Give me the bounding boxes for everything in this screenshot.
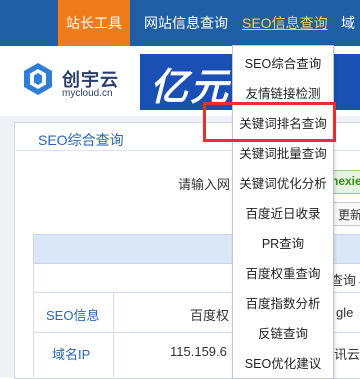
host-value: 讯云 (334, 347, 360, 362)
menu-item-seo-overview[interactable]: SEO综合查询 (233, 49, 333, 79)
column-divider (113, 292, 114, 377)
ip-value: 115.159.6 (170, 344, 227, 359)
query-link[interactable]: 查询→ (330, 270, 360, 289)
domain-ip-label[interactable]: 域名IP (52, 344, 90, 363)
seo-dropdown-menu: SEO综合查询 友情链接检测 关键词排名查询 关键词批量查询 关键词优化分析 百… (232, 45, 334, 379)
google-header: gle (336, 305, 354, 320)
baidu-weight-header: 百度权 (190, 308, 230, 323)
menu-item-keyword-batch[interactable]: 关键词批量查询 (233, 139, 333, 169)
menu-item-seo-advice[interactable]: SEO优化建议 (233, 349, 333, 379)
menu-item-baidu-weight[interactable]: 百度权重查询 (233, 259, 333, 289)
nav-seo-info-query[interactable]: SEO信息查询 (242, 0, 328, 46)
card-title: SEO综合查询 (38, 132, 124, 148)
menu-item-pr-query[interactable]: PR查询 (233, 229, 333, 259)
top-nav: 站长工具 网站信息查询 SEO信息查询 域 (0, 0, 360, 46)
input-prompt: 请输入网 (178, 177, 231, 192)
menu-item-keyword-optimization[interactable]: 关键词优化分析 (233, 169, 333, 199)
highlight-box (203, 102, 336, 142)
update-button[interactable]: 更新 (333, 202, 360, 226)
brand-domain: mycloud.cn (62, 88, 113, 99)
nav-site-info-query[interactable]: 网站信息查询 (144, 0, 228, 46)
menu-item-baidu-recent-index[interactable]: 百度近日收录 (233, 199, 333, 229)
nav-domain[interactable]: 域 (341, 0, 355, 46)
domain-input-value: nexie (331, 174, 360, 188)
menu-item-baidu-index[interactable]: 百度指数分析 (233, 289, 333, 319)
nav-webmaster-tools[interactable]: 站长工具 (58, 0, 130, 46)
menu-item-backlinks[interactable]: 反链查询 (233, 319, 333, 349)
update-button-label: 更新 (338, 208, 360, 222)
cloud-logo-icon (24, 63, 52, 95)
seo-info-label[interactable]: SEO信息 (46, 305, 99, 324)
